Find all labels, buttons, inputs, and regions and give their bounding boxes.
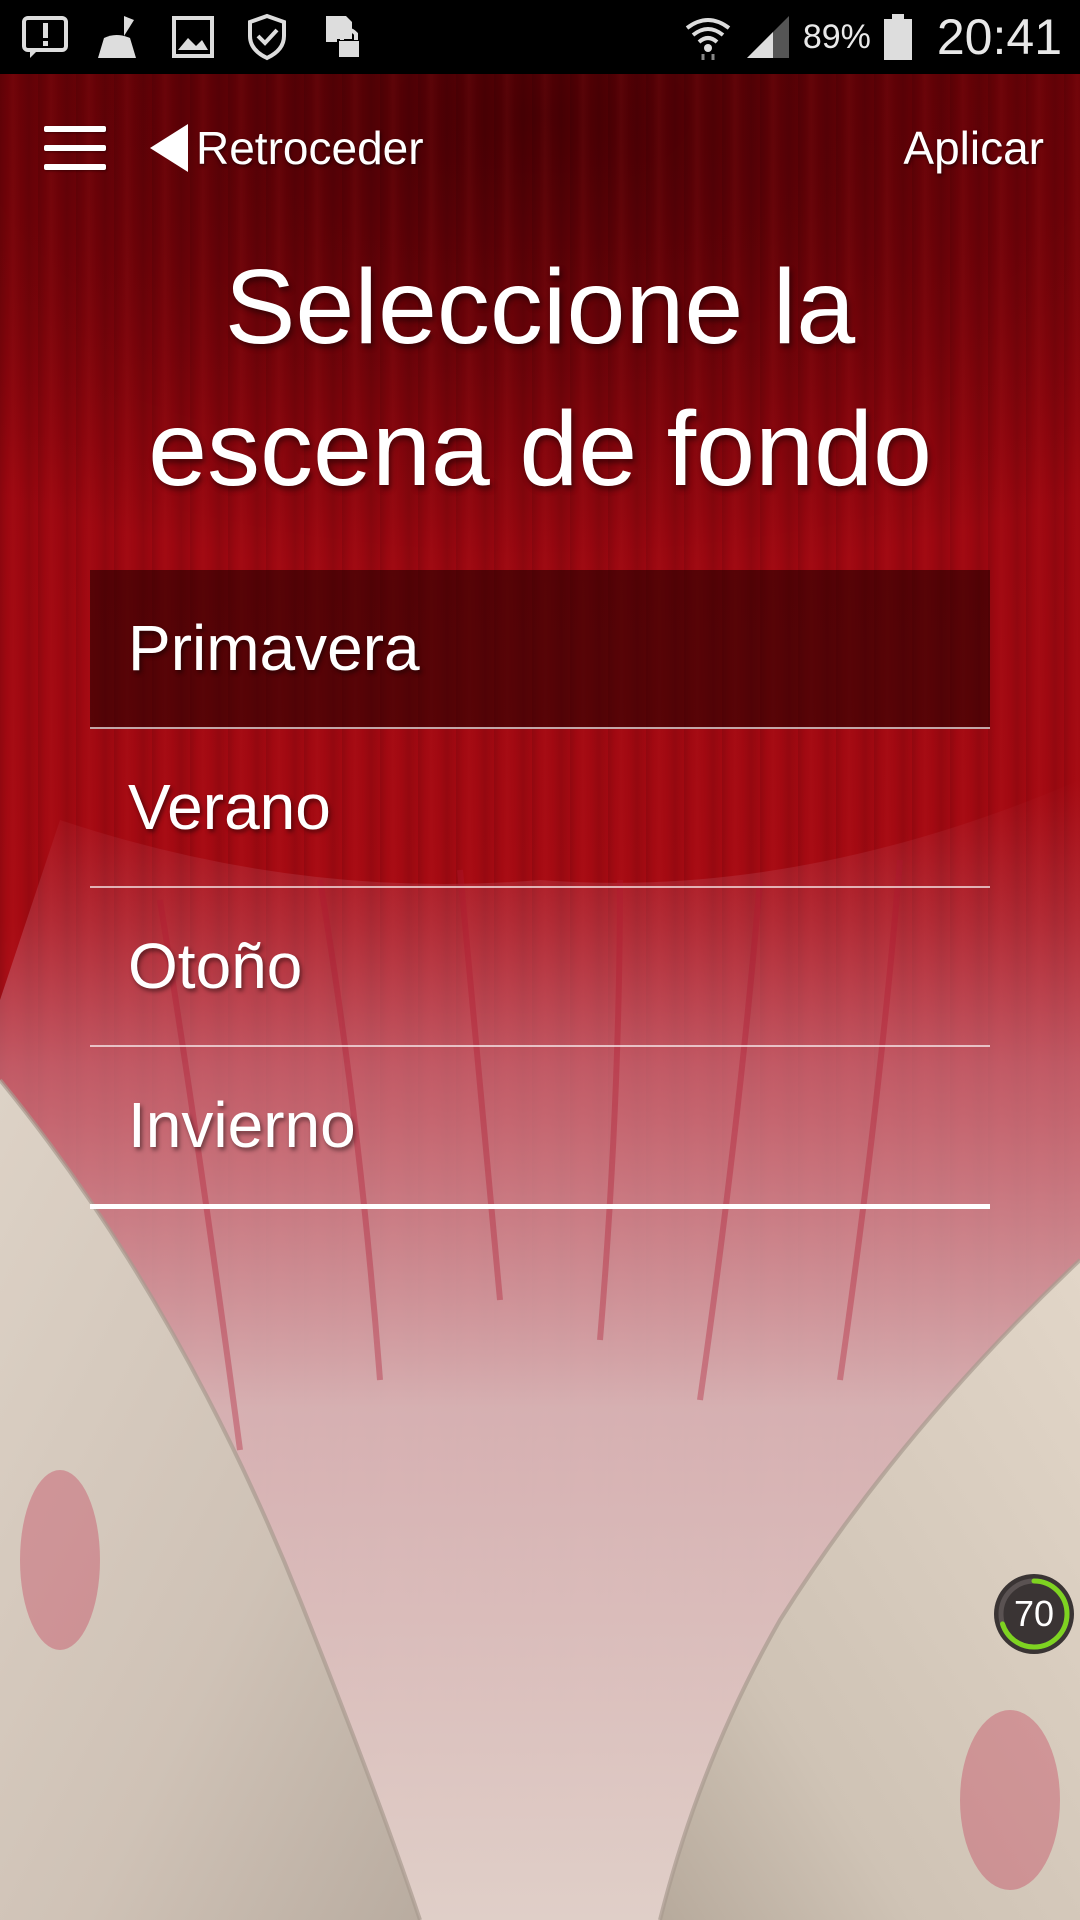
scene-item-verano[interactable]: Verano	[90, 729, 990, 888]
floating-badge-value: 70	[1013, 1593, 1055, 1634]
apply-button[interactable]: Aplicar	[903, 116, 1044, 180]
page-title: Seleccione la escena de fondo	[60, 236, 1020, 520]
status-bar-notifications	[20, 12, 366, 62]
page-title-line-2: escena de fondo	[148, 390, 932, 508]
menu-line	[44, 164, 106, 170]
floating-booster-badge[interactable]: 70	[992, 1572, 1076, 1656]
cleaner-broom-icon	[94, 12, 144, 62]
hamburger-menu-icon[interactable]	[40, 120, 110, 176]
back-button-label: Retroceder	[196, 122, 424, 174]
scene-item-invierno[interactable]: Invierno	[90, 1047, 990, 1209]
back-button[interactable]: Retroceder	[148, 116, 424, 180]
status-bar-system: 89% 20:41	[683, 8, 1062, 66]
scene-item-label: Invierno	[128, 1089, 356, 1161]
clock: 20:41	[936, 9, 1062, 65]
scene-item-otono[interactable]: Otoño	[90, 888, 990, 1047]
wifi-icon	[683, 12, 733, 62]
menu-line	[44, 145, 106, 151]
battery-icon	[881, 12, 915, 62]
battery-percent: 89%	[802, 17, 871, 56]
scene-list: Primavera Verano Otoño Invierno	[90, 570, 990, 1209]
image-icon	[168, 12, 218, 62]
shield-check-icon	[242, 12, 292, 62]
alert-icon	[20, 12, 70, 62]
status-bar: 89% 20:41	[0, 0, 1080, 74]
scene-item-label: Verano	[128, 771, 331, 843]
scene-item-label: Primavera	[128, 612, 420, 684]
menu-line	[44, 126, 106, 132]
scene-item-primavera[interactable]: Primavera	[90, 570, 990, 729]
sd-card-lock-icon	[316, 12, 366, 62]
signal-icon	[743, 12, 793, 62]
back-triangle-icon	[150, 124, 188, 172]
scene-item-label: Otoño	[128, 930, 303, 1002]
page-title-line-1: Seleccione la	[224, 248, 856, 366]
top-toolbar: Retroceder Aplicar	[0, 74, 1080, 222]
